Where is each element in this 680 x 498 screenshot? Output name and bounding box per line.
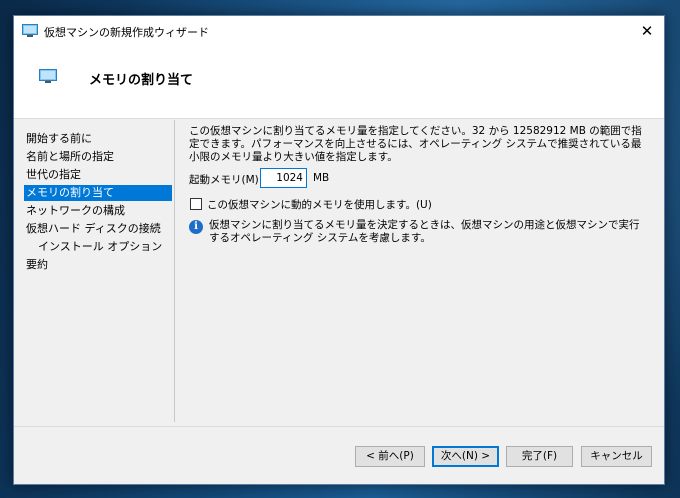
content-pane: この仮想マシンに割り当てるメモリ量を指定してください。32 から 1258291…: [189, 120, 657, 420]
nav-item-generation[interactable]: 世代の指定: [24, 167, 172, 183]
nav-divider: [174, 120, 175, 422]
nav-item-before-you-begin[interactable]: 開始する前に: [24, 131, 172, 147]
wizard-header: メモリの割り当て: [14, 46, 664, 119]
dynamic-memory-checkbox[interactable]: [190, 198, 202, 210]
finish-button[interactable]: 完了(F): [506, 446, 573, 467]
footer-divider: [14, 426, 664, 427]
close-icon[interactable]: ✕: [630, 16, 664, 46]
page-title: メモリの割り当て: [89, 73, 194, 88]
info-icon: i: [189, 220, 203, 234]
title-bar[interactable]: 仮想マシンの新規作成ウィザード ✕: [14, 16, 664, 46]
next-button[interactable]: 次へ(N) >: [432, 446, 499, 467]
dynamic-memory-label[interactable]: この仮想マシンに動的メモリを使用します。(U): [207, 197, 432, 212]
info-text: 仮想マシンに割り当てるメモリ量を決定するときは、仮想マシンの用途と仮想マシンで実…: [209, 219, 640, 244]
nav-item-name-location[interactable]: 名前と場所の指定: [24, 149, 172, 165]
description-text: この仮想マシンに割り当てるメモリ量を指定してください。32 から 1258291…: [189, 125, 642, 163]
wizard-steps-nav: 開始する前に 名前と場所の指定 世代の指定 メモリの割り当て ネットワークの構成…: [14, 120, 174, 420]
startup-memory-label: 起動メモリ(M):: [189, 174, 263, 186]
cancel-button[interactable]: キャンセル: [581, 446, 652, 467]
nav-item-install-options[interactable]: インストール オプション: [24, 239, 172, 255]
window-title: 仮想マシンの新規作成ウィザード: [44, 26, 209, 39]
startup-memory-input[interactable]: [260, 168, 307, 188]
nav-item-network[interactable]: ネットワークの構成: [24, 203, 172, 219]
memory-unit-label: MB: [313, 172, 330, 184]
nav-item-summary[interactable]: 要約: [24, 257, 172, 273]
wizard-window: 仮想マシンの新規作成ウィザード ✕ メモリの割り当て 開始する前に 名前と場所の…: [13, 15, 665, 485]
monitor-icon: [22, 24, 38, 37]
previous-button[interactable]: < 前へ(P): [355, 446, 425, 467]
monitor-icon: [39, 69, 57, 83]
nav-item-virtual-disk[interactable]: 仮想ハード ディスクの接続: [24, 221, 172, 237]
nav-item-memory[interactable]: メモリの割り当て: [24, 185, 172, 201]
